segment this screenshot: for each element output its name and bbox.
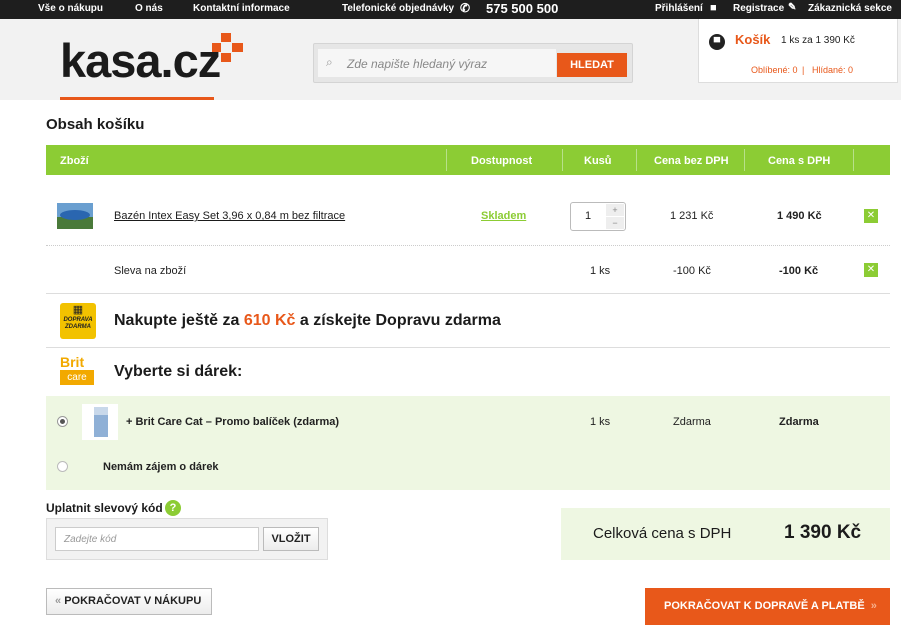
header-divider — [636, 149, 637, 171]
pencil-icon: ✎ — [788, 2, 797, 13]
nav-link-about-us[interactable]: O nás — [135, 3, 163, 14]
gift-option-qty: 1 ks — [590, 416, 611, 428]
phone-icon: ✆ — [460, 1, 471, 15]
customer-section-link[interactable]: Zákaznická sekce — [808, 3, 892, 14]
page-title: Obsah košíku — [46, 116, 145, 133]
no-gift-label[interactable]: Nemám zájem o dárek — [103, 461, 219, 473]
item-price-no-vat: 1 231 Kč — [670, 210, 714, 222]
coupon-label: Uplatnit slevový kód — [46, 501, 163, 515]
search-placeholder: Zde napište hledaný výraz — [347, 57, 488, 71]
item-price-vat: 1 490 Kč — [777, 210, 822, 222]
apply-coupon-button[interactable]: VLOŽIT — [263, 527, 319, 551]
row-divider — [46, 347, 890, 348]
discount-price-vat: -100 Kč — [779, 265, 819, 277]
column-header-quantity: Kusů — [584, 155, 612, 167]
login-link[interactable]: Přihlášení — [655, 3, 703, 14]
top-bar: Vše o nákupu O nás Kontaktní informace T… — [0, 0, 901, 19]
gift-product-image — [82, 404, 118, 440]
total-value: 1 390 Kč — [784, 522, 862, 543]
free-shipping-amount: 610 Kč — [243, 312, 296, 329]
coupon-box: Zadejte kód VLOŽIT — [46, 518, 328, 560]
nav-link-about-shopping[interactable]: Vše o nákupu — [38, 3, 103, 14]
phone-number: 575 500 500 — [486, 1, 559, 16]
row-divider — [46, 245, 890, 246]
phone-orders-label: Telefonické objednávky — [342, 3, 455, 14]
user-icon: ■ — [710, 2, 717, 14]
row-divider — [46, 293, 890, 294]
column-header-price-no-vat: Cena bez DPH — [654, 155, 729, 167]
gift-title: Vyberte si dárek: — [114, 363, 243, 380]
header-divider — [562, 149, 563, 171]
total-box: Celková cena s DPH 1 390 Kč — [561, 508, 890, 560]
gift-option-price-vat: Zdarma — [779, 416, 819, 428]
search-button[interactable]: HLEDAT — [557, 53, 627, 77]
discount-name: Sleva na zboží — [114, 265, 187, 277]
column-header-price-vat: Cena s DPH — [768, 155, 831, 167]
gift-options-panel — [46, 396, 890, 490]
register-link[interactable]: Registrace — [733, 3, 784, 14]
column-header-product: Zboží — [60, 155, 89, 167]
total-label: Celková cena s DPH — [593, 525, 732, 542]
coupon-input[interactable]: Zadejte kód — [55, 527, 259, 551]
search-icon: ⌕ — [326, 55, 333, 69]
availability-link[interactable]: Skladem — [481, 210, 526, 222]
header-divider — [446, 149, 447, 171]
cart-title: Košík — [735, 32, 771, 47]
proceed-to-shipping-button[interactable]: POKRAČOVAT K DOPRAVĚ A PLATBĚ » — [645, 588, 890, 625]
logo-underline — [60, 97, 214, 100]
logo-mark-icon — [212, 33, 243, 62]
quantity-stepper[interactable]: 1 + − — [570, 202, 626, 231]
header-divider — [853, 149, 854, 171]
chevron-right-icon: » — [870, 600, 877, 612]
help-icon[interactable]: ? — [165, 500, 181, 516]
remove-item-icon[interactable]: ✕ — [864, 209, 878, 223]
separator: | — [802, 65, 805, 75]
remove-discount-icon[interactable]: ✕ — [864, 263, 878, 277]
site-logo[interactable]: kasa.cz — [60, 36, 221, 86]
favorites-link[interactable]: Oblíbené: 0 — [751, 65, 798, 75]
increase-quantity-button[interactable]: + — [606, 204, 624, 216]
cart-table-header — [46, 145, 890, 175]
cart-widget[interactable]: ▀ Košík 1 ks za 1 390 Kč Oblíbené: 0 | H… — [698, 19, 898, 83]
product-name-link[interactable]: Bazén Intex Easy Set 3,96 x 0,84 m bez f… — [114, 210, 345, 222]
chevron-left-icon: « — [55, 595, 62, 607]
coupon-placeholder: Zadejte kód — [64, 534, 117, 545]
gift-option-radio[interactable] — [57, 416, 68, 427]
quantity-value[interactable]: 1 — [585, 210, 591, 222]
decrease-quantity-button[interactable]: − — [606, 217, 624, 229]
continue-shopping-button[interactable]: « POKRAČOVAT V NÁKUPU — [46, 588, 212, 615]
cart-summary: 1 ks za 1 390 Kč — [781, 35, 855, 46]
free-shipping-icon: ▦ DOPRAVA ZDARMA — [60, 303, 96, 339]
column-header-availability: Dostupnost — [471, 155, 533, 167]
search-box: ⌕ Zde napište hledaný výraz HLEDAT — [313, 43, 633, 83]
discount-price-no-vat: -100 Kč — [673, 265, 711, 277]
header-divider — [744, 149, 745, 171]
cart-icon: ▀ — [709, 34, 725, 50]
gift-option-name[interactable]: + Brit Care Cat – Promo balíček (zdarma) — [126, 416, 339, 428]
discount-qty: 1 ks — [590, 265, 611, 277]
free-shipping-message: Nakupte ještě za 610 Kč a získejte Dopra… — [114, 312, 501, 329]
watched-link[interactable]: Hlídané: 0 — [812, 65, 853, 75]
gift-option-price-no-vat: Zdarma — [673, 416, 711, 428]
brit-care-logo: Brit care — [60, 354, 96, 388]
nav-link-contact[interactable]: Kontaktní informace — [193, 3, 290, 14]
product-image[interactable] — [57, 203, 93, 229]
no-gift-radio[interactable] — [57, 461, 68, 472]
